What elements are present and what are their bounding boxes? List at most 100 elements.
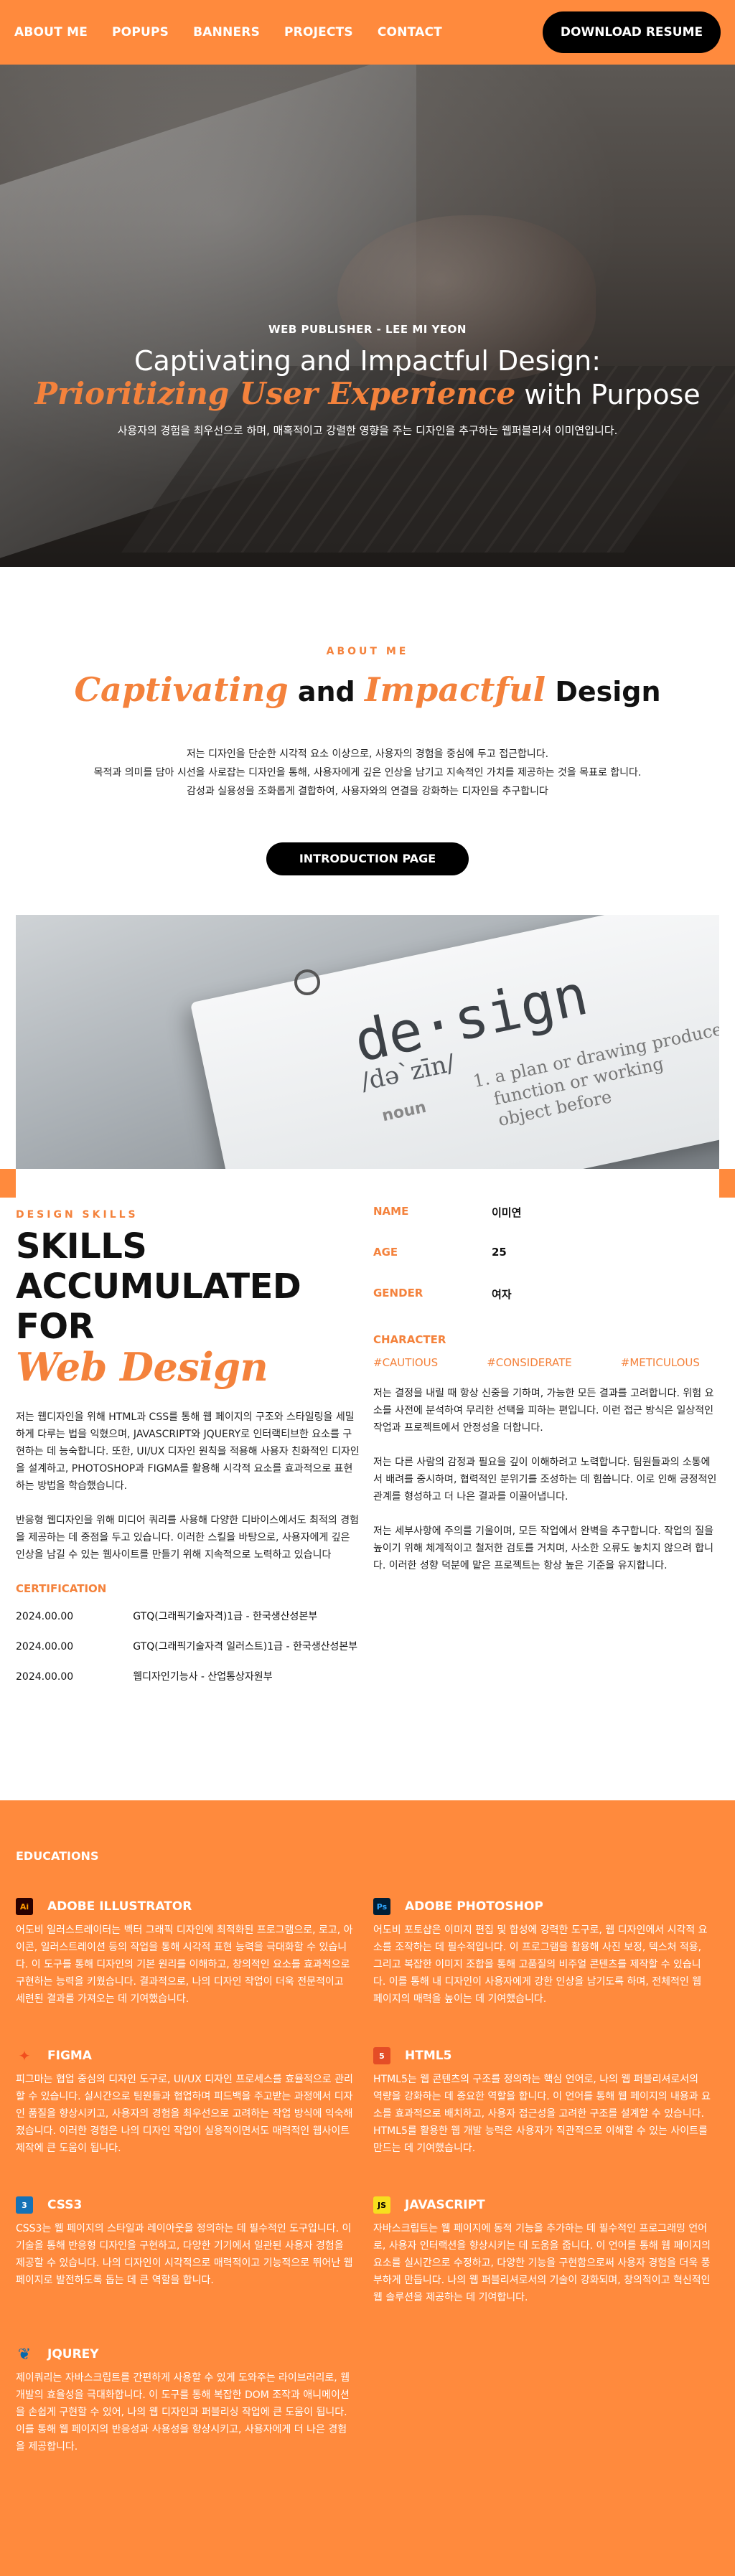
educations-title: EDUCATIONS [16, 1849, 99, 1863]
cert-name: GTQ(그래픽기술자격 일러스트)1급 - 한국생산성본부 [133, 1641, 358, 1653]
hero-line1: Captivating and Impactful Design: [134, 345, 601, 377]
edu-card-jquery: ❦ JQUREY 제이쿼리는 자바스크립트를 간편하게 사용할 수 있게 도와주는… [16, 2344, 373, 2493]
profile-row-age: AGE 25 [373, 1246, 718, 1287]
edu-card-illustrator: Ai ADOBE ILLUSTRATOR 어도비 일러스트레이터는 벡터 그래픽 … [16, 1896, 373, 2045]
jquery-icon: ❦ [17, 2345, 32, 2364]
edu-name: FIGMA [47, 2049, 92, 2063]
cert-row: 2024.00.00 GTQ(그래픽기술자격)1급 - 한국생산성본부 [16, 1608, 360, 1625]
character-tags: #CAUTIOUS #CONSIDERATE #METICULOUS [373, 1356, 718, 1369]
orange-accent-left [0, 1169, 16, 1198]
nav-projects[interactable]: PROJECTS [284, 25, 353, 39]
character-title: CHARACTER [373, 1333, 446, 1346]
hero-description: 사용자의 경험을 최우선으로 하며, 매혹적이고 강렬한 영향을 주는 디자인을… [117, 424, 618, 437]
profile-row-gender: GENDER 여자 [373, 1287, 718, 1327]
edu-card-photoshop: Ps ADOBE PHOTOSHOP 어도비 포토샵은 이미지 편집 및 합성에 … [373, 1896, 718, 2045]
cert-row: 2024.00.00 GTQ(그래픽기술자격 일러스트)1급 - 한국생산성본부 [16, 1638, 360, 1655]
profile-column: NAME 이미연 AGE 25 GENDER 여자 CHARACTER #CAU… [373, 1205, 718, 1574]
profile-value: 여자 [492, 1288, 512, 1301]
educations-section: EDUCATIONS Ai ADOBE ILLUSTRATOR 어도비 일러스트레… [0, 1800, 735, 2576]
skills-label: DESIGN SKILLS [16, 1209, 139, 1221]
edu-text: HTML5는 웹 콘텐츠의 구조를 정의하는 핵심 언어로, 나의 웹 퍼블리셔… [373, 2074, 711, 2154]
edu-name: JQUREY [47, 2347, 99, 2361]
character-tag: #METICULOUS [620, 1356, 700, 1369]
edu-name: ADOBE ILLUSTRATOR [47, 1899, 192, 1914]
skills-para: 저는 웹디자인을 위해 HTML과 CSS를 통해 웹 페이지의 구조와 스타일… [16, 1411, 360, 1492]
nav-popups[interactable]: POPUPS [112, 25, 169, 39]
character-para: 저는 결정을 내릴 때 항상 신중을 기하며, 가능한 모든 결과를 고려합니다… [373, 1388, 714, 1434]
edu-text: 어도비 포토샵은 이미지 편집 및 합성에 강력한 도구로, 웹 디자인에서 시… [373, 1924, 708, 2005]
edu-name: HTML5 [405, 2049, 452, 2063]
profile-key: NAME [373, 1205, 409, 1218]
about-label: ABOUT ME [326, 646, 409, 657]
edu-text: 어도비 일러스트레이터는 벡터 그래픽 디자인에 최적화된 프로그램으로, 로고… [16, 1924, 353, 2005]
edu-name: ADOBE PHOTOSHOP [405, 1899, 543, 1914]
about-title-rest: Design [546, 676, 661, 708]
about-paragraphs: 저는 디자인을 단순한 시각적 요소 이상으로, 사용자의 경험을 중심에 두고… [0, 745, 735, 801]
skills-left-column: DESIGN SKILLS SKILLS ACCUMULATED FOR Web… [16, 1209, 360, 1686]
download-resume-button[interactable]: DOWNLOAD RESUME [543, 11, 721, 53]
profile-key: AGE [373, 1246, 398, 1259]
nav-about-me[interactable]: ABOUT ME [14, 25, 88, 39]
cert-date: 2024.00.00 [16, 1671, 74, 1683]
edu-text: 피그마는 협업 중심의 디자인 도구로, UI/UX 디자인 프로세스를 효율적… [16, 2074, 353, 2154]
educations-grid: Ai ADOBE ILLUSTRATOR 어도비 일러스트레이터는 벡터 그래픽 … [16, 1896, 719, 2493]
whatsapp-icon [294, 969, 320, 995]
about-title-italic2: Impactful [364, 670, 546, 709]
nav-banners[interactable]: BANNERS [193, 25, 260, 39]
edu-name: CSS3 [47, 2198, 83, 2212]
top-nav: ABOUT ME POPUPS BANNERS PROJECTS CONTACT… [0, 0, 735, 65]
edu-text: 제이쿼리는 자바스크립트를 간편하게 사용할 수 있게 도와주는 라이브러리로,… [16, 2372, 350, 2453]
cert-date: 2024.00.00 [16, 1611, 74, 1622]
orange-accent-right [719, 1169, 735, 1198]
skills-heading-line: ACCUMULATED [16, 1266, 301, 1307]
character-body: 저는 결정을 내릴 때 항상 신중을 기하며, 가능한 모든 결과를 고려합니다… [373, 1385, 718, 1574]
edu-card-css3: 3 CSS3 CSS3는 웹 페이지의 스타일과 레이아웃을 정의하는 데 필수적… [16, 2194, 373, 2344]
cert-row: 2024.00.00 웹디자인기능사 - 산업통상자원부 [16, 1668, 360, 1686]
character-para: 저는 세부사항에 주의를 기울이며, 모든 작업에서 완벽을 추구합니다. 작업… [373, 1526, 713, 1571]
skills-heading: SKILLS ACCUMULATED FOR Web Design [16, 1226, 360, 1387]
profile-value: 25 [492, 1246, 507, 1259]
character-para: 저는 다른 사람의 감정과 필요을 깊이 이해하려고 노력합니다. 팀원들과의 … [373, 1457, 717, 1503]
character-tag: #CONSIDERATE [487, 1356, 572, 1369]
skills-section: DESIGN SKILLS SKILLS ACCUMULATED FOR Web… [0, 1169, 735, 1800]
skills-heading-line: FOR [16, 1307, 95, 1347]
edu-name: JAVASCRIPT [405, 2198, 485, 2212]
photoshop-icon: Ps [373, 1898, 390, 1915]
hero-section: WEB PUBLISHER - LEE MI YEON Captivating … [0, 65, 735, 567]
cert-name: 웹디자인기능사 - 산업통상자원부 [133, 1671, 273, 1683]
hero-italic: Prioritizing User Experience [34, 376, 516, 411]
about-para: 저는 디자인을 단순한 시각적 요소 이상으로, 사용자의 경험을 중심에 두고… [186, 748, 549, 760]
illustrator-icon: Ai [16, 1898, 33, 1915]
hero-eyebrow: WEB PUBLISHER - LEE MI YEON [268, 323, 467, 336]
profile-row-name: NAME 이미연 [373, 1205, 718, 1246]
cert-date: 2024.00.00 [16, 1641, 74, 1653]
hero-text: WEB PUBLISHER - LEE MI YEON Captivating … [0, 323, 735, 438]
about-title-italic1: Captivating [74, 670, 289, 709]
about-title-and: and [288, 676, 365, 708]
html5-icon: 5 [373, 2047, 390, 2064]
edu-text: 자바스크립트는 웹 페이지에 동적 기능을 추가하는 데 필수적인 프로그래밍 … [373, 2223, 711, 2303]
figma-icon: ✦ [18, 2047, 31, 2064]
css3-icon: 3 [16, 2196, 33, 2214]
hero-overlay [0, 65, 735, 567]
hero-line2-rest: with Purpose [515, 379, 701, 410]
about-section: ABOUT ME Captivating and Impactful Desig… [0, 567, 735, 875]
cert-name: GTQ(그래픽기술자격)1급 - 한국생산성본부 [133, 1611, 318, 1622]
edu-card-figma: ✦ FIGMA 피그마는 협업 중심의 디자인 도구로, UI/UX 디자인 프로… [16, 2045, 373, 2194]
profile-value: 이미연 [492, 1206, 522, 1219]
nav-contact[interactable]: CONTACT [378, 25, 442, 39]
design-dictionary-image: de·sign /də`zīn/ noun 1. a plan or drawi… [16, 915, 719, 1169]
about-title: Captivating and Impactful Design [0, 670, 735, 709]
about-para: 목적과 의미를 담아 시선을 사로잡는 디자인을 통해, 사용자에게 깊은 인상… [93, 767, 642, 779]
skills-para: 반응형 웹디자인을 위해 미디어 쿼리를 사용해 다양한 디바이스에서도 최적의… [16, 1515, 359, 1561]
profile-key: GENDER [373, 1287, 423, 1299]
hero-headline: Captivating and Impactful Design: Priori… [0, 344, 735, 411]
edu-card-html5: 5 HTML5 HTML5는 웹 콘텐츠의 구조를 정의하는 핵심 언어로, 나의… [373, 2045, 718, 2194]
edu-card-javascript: JS JAVASCRIPT 자바스크립트는 웹 페이지에 동적 기능을 추가하는 … [373, 2194, 718, 2344]
about-para: 감성과 실용성을 조화롭게 결합하여, 사용자와의 연결을 강화하는 디자인을 … [187, 786, 548, 797]
introduction-page-button[interactable]: INTRODUCTION PAGE [266, 842, 469, 875]
skills-body: 저는 웹디자인을 위해 HTML과 CSS를 통해 웹 페이지의 구조와 스타일… [16, 1409, 360, 1564]
skills-heading-line: SKILLS [16, 1226, 147, 1266]
edu-text: CSS3는 웹 페이지의 스타일과 레이아웃을 정의하는 데 필수적인 도구입니… [16, 2223, 353, 2286]
skills-heading-italic: Web Design [16, 1344, 268, 1390]
